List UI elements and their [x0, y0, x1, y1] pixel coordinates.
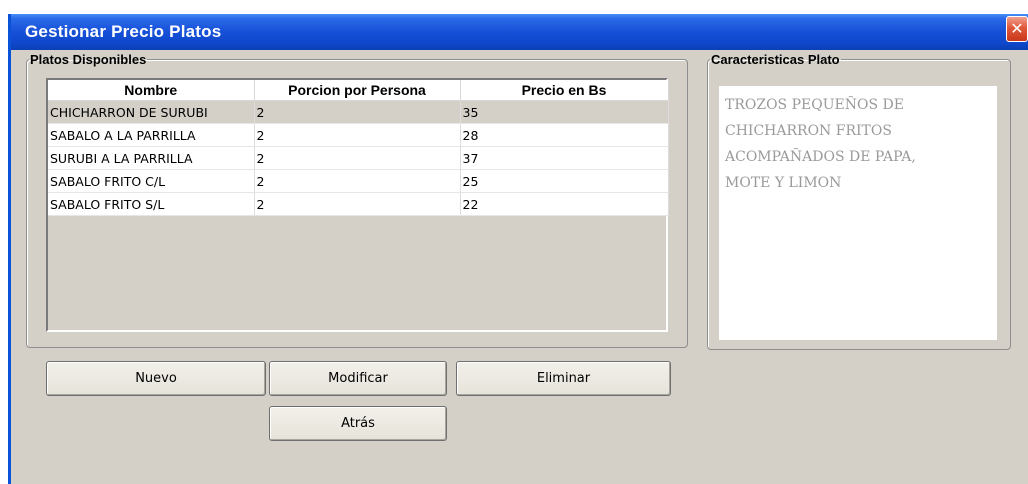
column-header-precio[interactable]: Precio en Bs: [460, 80, 669, 101]
title-bar[interactable]: Gestionar Precio Platos ✕: [11, 14, 1028, 50]
close-button[interactable]: ✕: [1006, 16, 1028, 42]
description-textarea[interactable]: TROZOS PEQUEÑOS DE CHICHARRON FRITOS ACO…: [719, 86, 997, 340]
eliminar-button[interactable]: Eliminar: [456, 361, 671, 396]
cell-porcion: 2: [254, 169, 461, 193]
platos-disponibles-legend: Platos Disponibles: [30, 52, 147, 67]
table-row[interactable]: SABALO FRITO C/L 2 25: [48, 169, 669, 193]
caracteristicas-plato-legend: Caracteristicas Plato: [711, 52, 840, 67]
cell-nombre: SURUBI A LA PARRILLA: [48, 146, 255, 170]
cell-precio: 28: [460, 123, 669, 147]
table-row[interactable]: SURUBI A LA PARRILLA 2 37: [48, 146, 669, 170]
nuevo-button[interactable]: Nuevo: [46, 361, 266, 396]
window-title: Gestionar Precio Platos: [25, 22, 222, 41]
column-header-porcion[interactable]: Porcion por Persona: [254, 80, 461, 101]
column-header-nombre[interactable]: Nombre: [48, 80, 255, 101]
cell-nombre: SABALO FRITO C/L: [48, 169, 255, 193]
cell-nombre: SABALO FRITO S/L: [48, 192, 255, 216]
close-icon: ✕: [1010, 19, 1024, 38]
cell-precio: 25: [460, 169, 669, 193]
cell-porcion: 2: [254, 123, 461, 147]
table-row[interactable]: SABALO A LA PARRILLA 2 28: [48, 123, 669, 147]
cell-precio: 22: [460, 192, 669, 216]
atras-button[interactable]: Atrás: [269, 406, 447, 441]
cell-precio: 35: [460, 100, 669, 124]
cell-precio: 37: [460, 146, 669, 170]
description-line: MOTE Y LIMON: [725, 175, 842, 191]
description-line: TROZOS PEQUEÑOS DE: [725, 97, 904, 113]
modificar-button[interactable]: Modificar: [269, 361, 447, 396]
table-row[interactable]: SABALO FRITO S/L 2 22: [48, 192, 669, 216]
platos-table-container[interactable]: Nombre Porcion por Persona Precio en Bs …: [46, 78, 669, 332]
platos-table: Nombre Porcion por Persona Precio en Bs …: [48, 80, 669, 216]
cell-porcion: 2: [254, 192, 461, 216]
description-line: ACOMPAÑADOS DE PAPA,: [725, 149, 916, 165]
cell-porcion: 2: [254, 146, 461, 170]
cell-nombre: SABALO A LA PARRILLA: [48, 123, 255, 147]
cell-porcion: 2: [254, 100, 461, 124]
cell-nombre: CHICHARRON DE SURUBI: [48, 100, 255, 124]
table-header-row: Nombre Porcion por Persona Precio en Bs: [48, 80, 669, 101]
table-row[interactable]: CHICHARRON DE SURUBI 2 35: [48, 100, 669, 124]
description-line: CHICHARRON FRITOS: [725, 123, 892, 139]
